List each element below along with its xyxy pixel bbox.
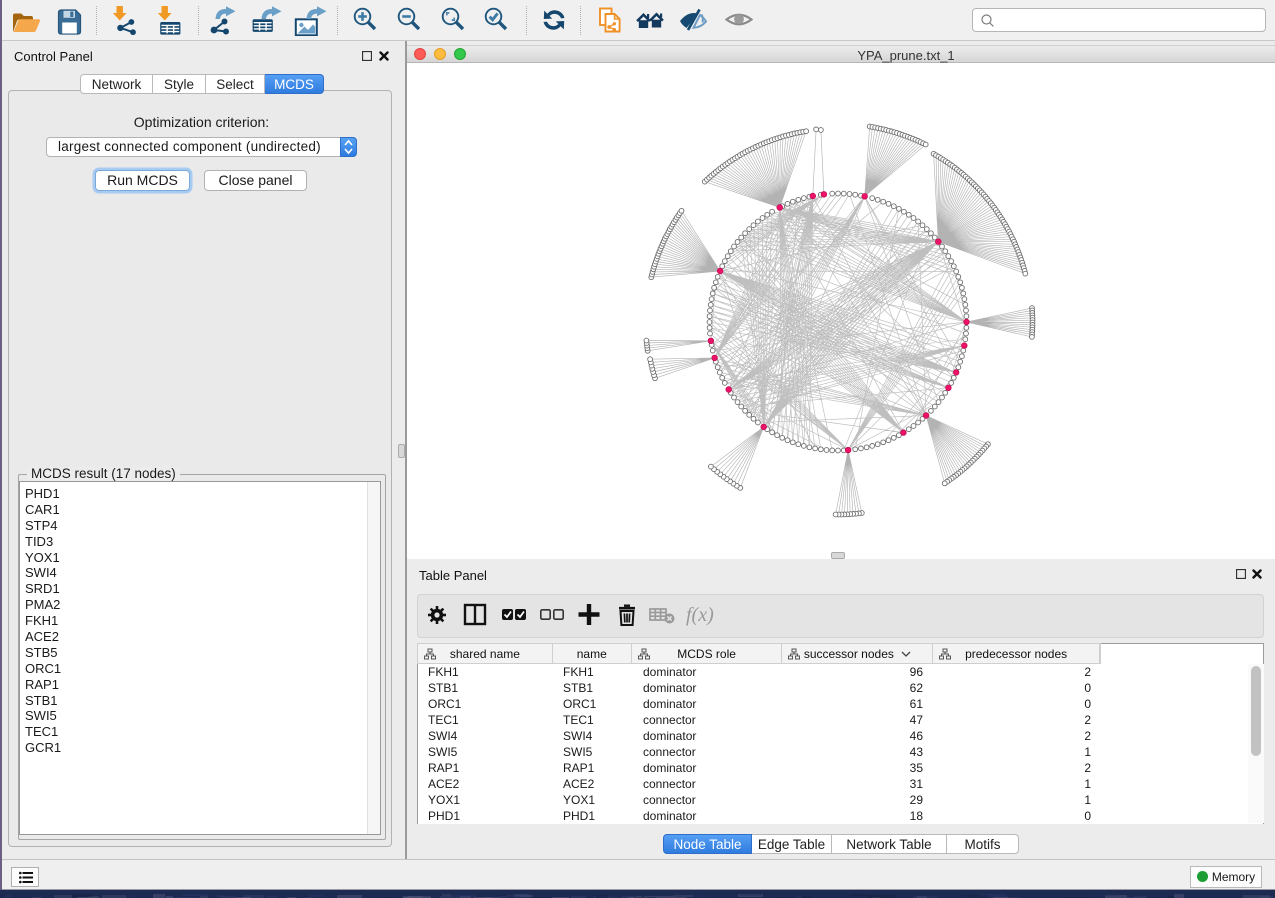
- svg-text:f(x): f(x): [686, 604, 714, 626]
